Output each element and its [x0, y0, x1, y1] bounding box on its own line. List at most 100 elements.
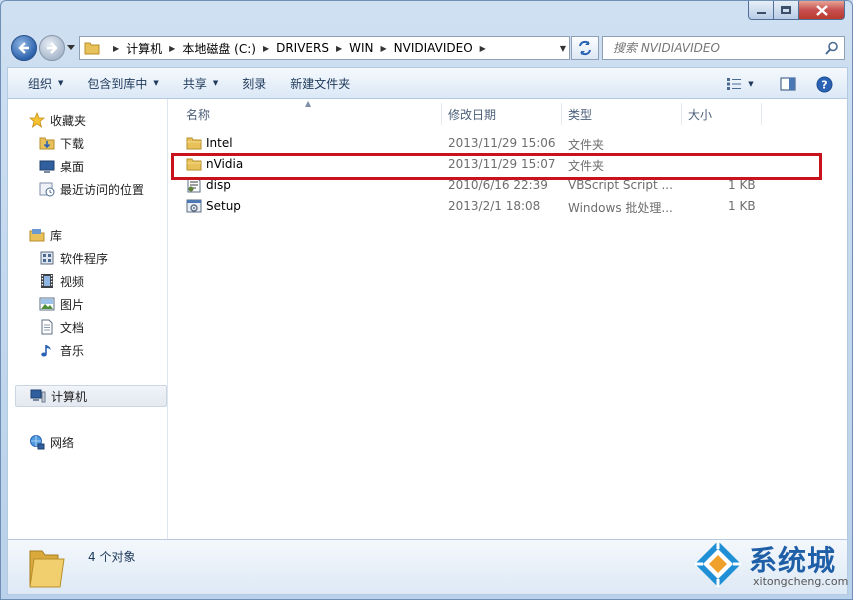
watermark: 系统城 xitongcheng.com: [693, 537, 848, 591]
minimize-icon: [756, 12, 766, 14]
file-type: 文件夹: [568, 138, 605, 152]
column-header-name-label: 名称: [186, 107, 211, 122]
breadcrumb-separator-icon[interactable]: ▶: [336, 44, 342, 53]
file-size: 1 KB: [728, 178, 756, 192]
file-type: Windows 批处理...: [568, 201, 673, 215]
breadcrumb-drivers[interactable]: DRIVERS: [276, 41, 329, 55]
search-input[interactable]: [613, 41, 813, 55]
breadcrumb-separator-icon[interactable]: ▶: [381, 44, 387, 53]
file-row[interactable]: Intel 2013/11/29 15:06 文件夹: [182, 133, 782, 154]
nav-network[interactable]: 网络: [29, 431, 74, 453]
item-count: 4 个对象: [88, 550, 136, 564]
file-size: 1 KB: [728, 199, 756, 213]
nav-documents[interactable]: 文档: [39, 316, 84, 338]
close-button[interactable]: [799, 1, 845, 20]
nav-recent-places-label: 最近访问的位置: [60, 182, 145, 197]
nav-computer[interactable]: 计算机: [15, 385, 167, 407]
column-header-modified-label: 修改日期: [448, 107, 497, 122]
nav-software[interactable]: 软件程序: [39, 247, 108, 269]
watermark-url: xitongcheng.com: [753, 575, 849, 588]
include-in-library-label: 包含到库中: [87, 76, 148, 91]
nav-network-label: 网络: [50, 435, 75, 450]
file-name: Intel: [206, 136, 233, 150]
maximize-button[interactable]: [774, 1, 799, 20]
share-menu[interactable]: 共享 ▼: [171, 70, 230, 96]
burn-label: 刻录: [242, 76, 267, 91]
nav-music[interactable]: 音乐: [39, 339, 84, 361]
organize-menu[interactable]: 组织 ▼: [16, 70, 75, 96]
network-icon: [30, 435, 45, 450]
nav-libraries-label: 库: [50, 228, 63, 243]
help-icon: ?: [816, 76, 832, 92]
documents-icon: [41, 319, 53, 335]
chevron-down-icon: ▼: [212, 79, 219, 87]
nav-videos[interactable]: 视频: [39, 270, 84, 292]
navigation-pane: 收藏夹 下载 桌面 最近访问的位置 库 软件程序 视频 图片 文档 音乐 计算机…: [8, 99, 168, 539]
folder-icon: [84, 42, 100, 55]
libraries-icon: [29, 229, 45, 242]
nav-libraries[interactable]: 库: [29, 224, 62, 246]
nav-downloads-label: 下载: [60, 136, 85, 151]
preview-pane-button[interactable]: [776, 71, 800, 97]
breadcrumb-separator-icon[interactable]: ▶: [480, 44, 486, 53]
maximize-icon: [781, 6, 791, 14]
chevron-down-icon[interactable]: ▼: [560, 44, 566, 53]
address-bar[interactable]: ▶ 计算机 ▶ 本地磁盘 (C:) ▶ DRIVERS ▶ WIN ▶ NVID…: [79, 36, 570, 60]
recent-places-icon: [39, 182, 55, 197]
view-options-button[interactable]: ▼: [720, 71, 760, 97]
column-header-modified[interactable]: 修改日期: [442, 103, 562, 125]
caption-buttons: [748, 1, 845, 20]
forward-button[interactable]: [39, 35, 65, 61]
navigation-bar: ▶ 计算机 ▶ 本地磁盘 (C:) ▶ DRIVERS ▶ WIN ▶ NVID…: [1, 31, 852, 63]
burn-button[interactable]: 刻录: [230, 70, 278, 96]
minimize-button[interactable]: [748, 1, 774, 20]
details-pane: 4 个对象 系统城 xitongcheng.com: [7, 539, 848, 595]
recent-pages-dropdown[interactable]: [67, 43, 75, 51]
highlight-box: [171, 153, 822, 180]
back-button[interactable]: [11, 35, 37, 61]
svg-text:?: ?: [821, 78, 827, 91]
chevron-down-icon: ▼: [58, 79, 64, 87]
breadcrumb-separator-icon[interactable]: ▶: [113, 44, 119, 53]
breadcrumb-separator-icon[interactable]: ▶: [169, 44, 175, 53]
nav-downloads[interactable]: 下载: [39, 132, 84, 154]
column-header-name[interactable]: 名称: [180, 103, 442, 125]
chevron-down-icon: ▼: [153, 79, 159, 87]
star-icon: [29, 112, 45, 128]
column-header-type-label: 类型: [568, 107, 593, 122]
refresh-icon: [579, 40, 591, 56]
breadcrumb-nvidiavideo[interactable]: NVIDIAVIDEO: [394, 41, 473, 55]
nav-favorites-label: 收藏夹: [50, 113, 87, 128]
file-row[interactable]: Setup 2013/2/1 18:08 Windows 批处理... 1 KB: [182, 196, 782, 217]
nav-videos-label: 视频: [60, 274, 85, 289]
preview-pane-icon: [780, 77, 796, 91]
nav-computer-label: 计算机: [51, 389, 88, 404]
breadcrumb-win[interactable]: WIN: [349, 41, 373, 55]
new-folder-button[interactable]: 新建文件夹: [278, 70, 362, 96]
close-icon: [815, 4, 828, 16]
nav-recent-places[interactable]: 最近访问的位置: [39, 178, 144, 200]
nav-music-label: 音乐: [60, 343, 85, 358]
desktop-icon: [39, 160, 55, 173]
refresh-button[interactable]: [571, 36, 599, 60]
share-label: 共享: [182, 76, 207, 91]
include-in-library-menu[interactable]: 包含到库中 ▼: [75, 70, 170, 96]
xitongcheng-logo-icon: [695, 541, 741, 587]
file-name: Setup: [206, 199, 241, 213]
nav-desktop[interactable]: 桌面: [39, 155, 84, 177]
breadcrumb-separator-icon[interactable]: ▶: [263, 44, 269, 53]
breadcrumb-local-disk[interactable]: 本地磁盘 (C:): [182, 40, 256, 57]
file-list: ▲ 名称 修改日期 类型 大小 Intel 2013/11/29 15:06 文…: [168, 99, 847, 539]
nav-pictures[interactable]: 图片: [39, 293, 84, 315]
search-icon[interactable]: [825, 41, 839, 55]
chevron-down-icon: ▼: [748, 80, 754, 88]
new-folder-label: 新建文件夹: [290, 76, 351, 91]
column-header-size[interactable]: 大小: [682, 103, 762, 125]
nav-favorites[interactable]: 收藏夹: [29, 109, 86, 131]
column-header-type[interactable]: 类型: [562, 103, 682, 125]
help-button[interactable]: ?: [812, 71, 836, 97]
search-box: [602, 36, 845, 60]
software-library-icon: [40, 251, 54, 265]
breadcrumb-computer[interactable]: 计算机: [126, 40, 162, 57]
arrow-left-icon: [18, 42, 29, 54]
